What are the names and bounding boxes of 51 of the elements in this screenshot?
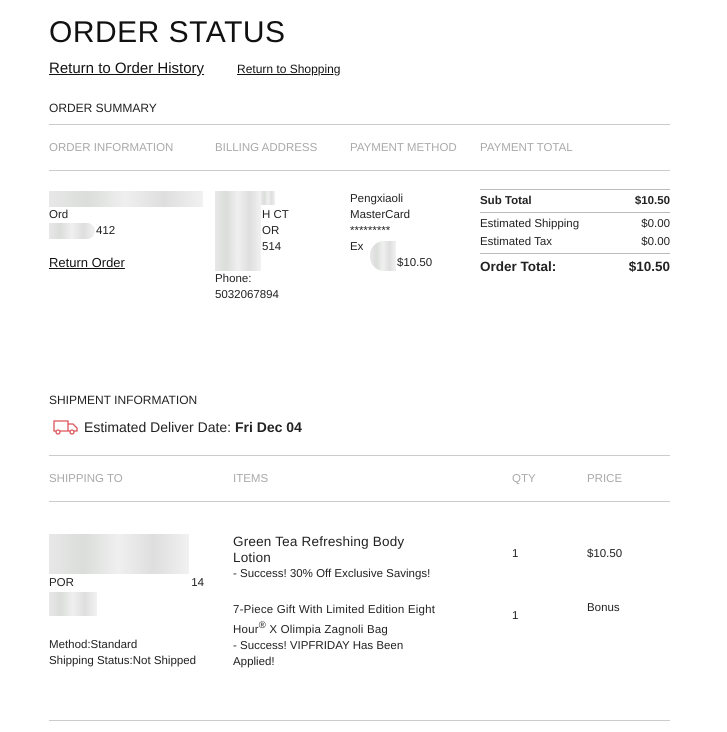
item-price: $10.50 — [587, 547, 624, 562]
item-price: Bonus — [587, 602, 621, 616]
column-header: QTY — [512, 473, 537, 485]
return-order-link[interactable]: Return Order — [49, 255, 215, 270]
info-text: Ord — [49, 208, 70, 223]
total-label: Sub Total — [480, 195, 532, 207]
order-history-link[interactable]: Return to Order History — [49, 60, 204, 77]
info-text: Ex — [350, 240, 364, 255]
total-value: $10.50 — [634, 195, 670, 207]
redaction-blur — [370, 241, 396, 271]
shipping-status: Shipping Status:Not Shipped — [49, 654, 198, 669]
delivery-date-text: Estimated Deliver Date: Fri Dec 04 — [84, 419, 302, 435]
column-header: PAYMENT METHOD — [350, 142, 458, 154]
section-heading: SHIPMENT INFORMATION — [49, 393, 198, 407]
address-text: 14 — [191, 576, 204, 591]
column-header: BILLING ADDRESS — [215, 142, 318, 154]
total-label: Estimated Shipping — [480, 218, 580, 230]
info-text: H CT — [262, 208, 289, 223]
truck-icon — [53, 419, 78, 435]
info-text: Pengxiaoli — [350, 192, 404, 207]
redaction-blur — [49, 592, 97, 616]
item-name: Green Tea Refreshing Body Lotion — [233, 534, 406, 566]
item-name: 7-Piece Gift With Limited Edition Eight Hour$^{®}$ X Olimpia Zagnoli Bag — [233, 603, 436, 638]
total-value: $10.50 — [628, 258, 670, 274]
item-qty: 1 — [512, 609, 520, 624]
column-header: SHIPPING TO — [49, 473, 124, 485]
column-header: PRICE — [587, 473, 624, 485]
section-heading: ORDER SUMMARY — [49, 101, 670, 125]
info-text: Phone: — [215, 272, 252, 287]
shipping-method: Method:Standard — [49, 638, 138, 653]
info-text: MasterCard — [350, 208, 412, 223]
info-text: $10.50 — [397, 256, 432, 271]
promo-text: - Success! VIPFRIDAY Has Been Applied! — [233, 638, 404, 670]
column-header: ITEMS — [233, 473, 270, 485]
info-text: 514 — [262, 240, 282, 255]
info-text: 5032067894 — [215, 288, 280, 303]
total-label: Order Total: — [480, 258, 556, 274]
info-text: 412 — [96, 224, 116, 239]
page-title: ORDER STATUS — [49, 16, 287, 50]
promo-text: - Success! 30% Off Exclusive Savings! — [233, 567, 432, 582]
info-text: ********* — [350, 224, 392, 239]
address-text: POR — [49, 576, 74, 591]
redaction-blur — [49, 223, 95, 239]
shopping-link[interactable]: Return to Shopping — [237, 62, 340, 76]
total-value: $0.00 — [641, 218, 670, 230]
item-qty: 1 — [512, 547, 520, 562]
total-label: Estimated Tax — [480, 236, 552, 248]
info-text: OR — [262, 224, 280, 239]
total-value: $0.00 — [641, 236, 670, 248]
column-header: PAYMENT TOTAL — [480, 142, 574, 154]
column-header: ORDER INFORMATION — [49, 142, 174, 154]
